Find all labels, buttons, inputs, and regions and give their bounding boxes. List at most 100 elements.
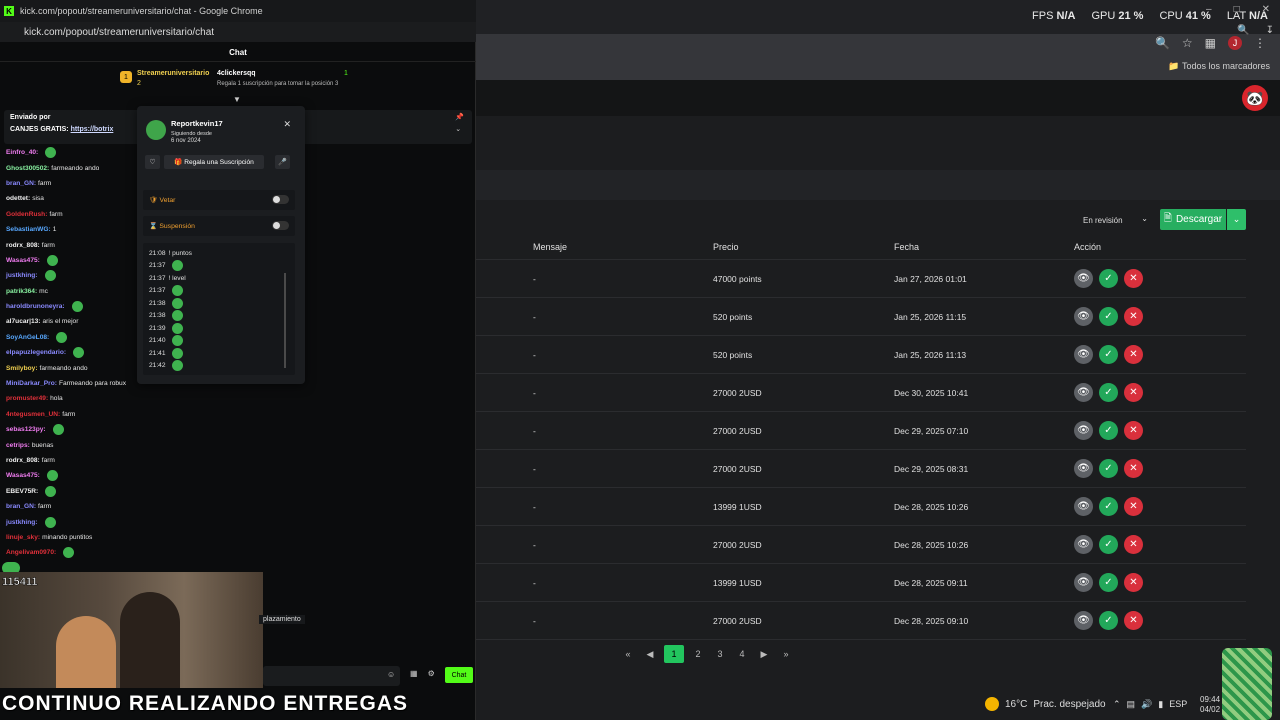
approve-button[interactable]: ✓: [1099, 497, 1118, 516]
next-page-icon[interactable]: ▶: [756, 645, 772, 663]
gift-user[interactable]: 4clickersqq: [217, 70, 256, 77]
chevron-down-icon[interactable]: ⌄: [455, 125, 464, 133]
view-button[interactable]: 👁: [1074, 307, 1093, 326]
chat-username[interactable]: 4ntegusmen_UN:: [6, 411, 60, 418]
taskbar-clock[interactable]: 09:44 04/02: [1200, 695, 1220, 715]
menu-icon[interactable]: ⋮: [1254, 36, 1266, 50]
chat-username[interactable]: MiniDarkar_Pro:: [6, 380, 57, 387]
battery-icon[interactable]: ▮: [1158, 699, 1163, 710]
download-button[interactable]: 🗎 Descargar: [1160, 209, 1226, 230]
reject-button[interactable]: ✕: [1124, 535, 1143, 554]
chat-username[interactable]: Ghost300502:: [6, 165, 49, 172]
chat-username[interactable]: al7ucar|13:: [6, 318, 40, 325]
reject-button[interactable]: ✕: [1124, 345, 1143, 364]
pinned-link[interactable]: https://botrix: [71, 126, 114, 133]
page-4-button[interactable]: 4: [734, 645, 750, 663]
chat-username[interactable]: promuster49:: [6, 395, 48, 402]
approve-button[interactable]: ✓: [1099, 459, 1118, 478]
page-1-button[interactable]: 1: [664, 645, 684, 663]
chat-username[interactable]: odettet:: [6, 195, 30, 202]
chat-username[interactable]: SebastianWG:: [6, 226, 51, 233]
chat-username[interactable]: GoldenRush:: [6, 211, 47, 218]
tray-chevron-icon[interactable]: ⌃: [1113, 699, 1121, 710]
emoji-icon[interactable]: ☺: [387, 670, 395, 679]
minimize-icon[interactable]: –: [1206, 4, 1212, 15]
view-button[interactable]: 👁: [1074, 383, 1093, 402]
history-scrollbar[interactable]: [284, 273, 286, 368]
veto-row[interactable]: 🛡 Vetar: [143, 190, 295, 210]
app-logo[interactable]: 🐼: [1242, 85, 1268, 111]
chat-username[interactable]: Wasas475:: [6, 257, 40, 264]
volume-icon[interactable]: 🔊: [1141, 699, 1152, 710]
extensions-icon[interactable]: ▦: [1205, 36, 1216, 50]
reject-button[interactable]: ✕: [1124, 269, 1143, 288]
first-page-icon[interactable]: «: [620, 645, 636, 663]
pin-icon[interactable]: 📌: [455, 113, 464, 121]
chat-username[interactable]: patrik364:: [6, 288, 37, 295]
heart-icon[interactable]: ♡: [145, 155, 160, 169]
chat-username[interactable]: linuje_sky:: [6, 534, 40, 541]
leader-name[interactable]: Streameruniversitario: [137, 70, 209, 77]
profile-avatar[interactable]: J: [1228, 36, 1242, 50]
maximize-icon[interactable]: □: [1234, 4, 1240, 15]
approve-button[interactable]: ✓: [1099, 421, 1118, 440]
user-card-name[interactable]: Reportkevin17: [171, 119, 223, 128]
reject-button[interactable]: ✕: [1124, 611, 1143, 630]
chat-send-button[interactable]: Chat: [445, 667, 473, 683]
view-button[interactable]: 👁: [1074, 497, 1093, 516]
network-icon[interactable]: ▤: [1127, 699, 1136, 710]
chat-username[interactable]: justkhing:: [6, 272, 38, 279]
approve-button[interactable]: ✓: [1099, 611, 1118, 630]
chat-input[interactable]: [263, 666, 400, 686]
search-icon[interactable]: 🔍: [1237, 25, 1249, 36]
zoom-icon[interactable]: 🔍: [1155, 36, 1170, 50]
close-icon[interactable]: ✕: [283, 119, 291, 130]
view-button[interactable]: 👁: [1074, 421, 1093, 440]
chat-username[interactable]: bran_GN:: [6, 180, 36, 187]
chat-username[interactable]: cetrips:: [6, 442, 30, 449]
language-indicator[interactable]: ESP: [1169, 699, 1187, 710]
chat-username[interactable]: elpapuzlegendario:: [6, 349, 66, 356]
approve-button[interactable]: ✓: [1099, 307, 1118, 326]
prev-page-icon[interactable]: ◀: [642, 645, 658, 663]
all-bookmarks-link[interactable]: 📁 Todos los marcadores: [1168, 61, 1270, 72]
view-button[interactable]: 👁: [1074, 459, 1093, 478]
chat-username[interactable]: bran_GN:: [6, 503, 36, 510]
reject-button[interactable]: ✕: [1124, 383, 1143, 402]
chat-username[interactable]: EBEV75R:: [6, 488, 38, 495]
last-page-icon[interactable]: »: [778, 645, 794, 663]
view-button[interactable]: 👁: [1074, 269, 1093, 288]
mic-icon[interactable]: 🎤: [275, 155, 290, 169]
page-3-button[interactable]: 3: [712, 645, 728, 663]
reject-button[interactable]: ✕: [1124, 421, 1143, 440]
approve-button[interactable]: ✓: [1099, 269, 1118, 288]
view-button[interactable]: 👁: [1074, 345, 1093, 364]
chat-username[interactable]: justkhing:: [6, 519, 38, 526]
download-options-button[interactable]: ⌄: [1227, 209, 1246, 230]
suspend-toggle[interactable]: [272, 221, 289, 230]
approve-button[interactable]: ✓: [1099, 383, 1118, 402]
view-button[interactable]: 👁: [1074, 573, 1093, 592]
chat-username[interactable]: rodrx_808:: [6, 242, 40, 249]
veto-toggle[interactable]: [272, 195, 289, 204]
suspend-row[interactable]: ⌛ Suspensión: [143, 216, 295, 236]
view-button[interactable]: 👁: [1074, 611, 1093, 630]
star-icon[interactable]: ☆: [1182, 36, 1193, 50]
popout-url-bar[interactable]: kick.com/popout/streameruniversitario/ch…: [0, 22, 476, 42]
gift-sub-button[interactable]: 🎁 Regala una Suscripción: [164, 155, 264, 169]
close-icon[interactable]: ✕: [1262, 4, 1270, 15]
taskbar-weather[interactable]: 16°C Prac. despejado: [985, 697, 1106, 711]
chat-username[interactable]: sebas123py:: [6, 426, 46, 433]
reject-button[interactable]: ✕: [1124, 497, 1143, 516]
reject-button[interactable]: ✕: [1124, 573, 1143, 592]
reject-button[interactable]: ✕: [1124, 307, 1143, 326]
chat-username[interactable]: Angelivam0970:: [6, 549, 56, 556]
download-icon[interactable]: ↧: [1266, 25, 1274, 36]
chat-username[interactable]: rodrx_808:: [6, 457, 40, 464]
chat-username[interactable]: haroldbrunoneyra:: [6, 303, 65, 310]
reject-button[interactable]: ✕: [1124, 459, 1143, 478]
chat-username[interactable]: SoyAnGeL08:: [6, 334, 49, 341]
calendar-icon[interactable]: ▦: [410, 669, 418, 678]
view-button[interactable]: 👁: [1074, 535, 1093, 554]
expand-arrow-icon[interactable]: ▼: [233, 95, 241, 104]
